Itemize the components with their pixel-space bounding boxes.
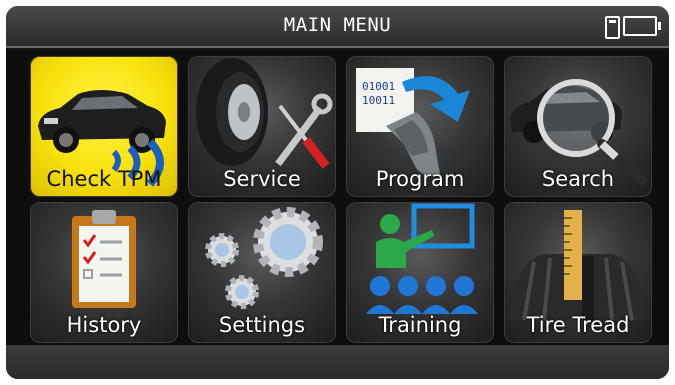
menu-tile-label: Search	[541, 167, 615, 191]
menu-tile-label: Service	[223, 167, 301, 191]
page-title: MAIN MENU	[283, 14, 392, 36]
device-screen: MAIN MENU Check TPM Service 01001 10011 …	[6, 6, 669, 379]
menu-grid: Check TPM Service 01001 10011 Program Se…	[6, 50, 669, 345]
svg-text:10011: 10011	[362, 94, 395, 107]
bottom-bar	[6, 345, 669, 379]
menu-tile-training[interactable]: Training	[346, 202, 494, 343]
menu-tile-program[interactable]: 01001 10011 Program	[346, 56, 494, 197]
menu-tile-settings[interactable]: Settings	[188, 202, 336, 343]
menu-tile-history[interactable]: History	[30, 202, 178, 343]
menu-tile-label: History	[66, 313, 142, 337]
status-area	[605, 15, 661, 39]
menu-tile-label: Settings	[218, 313, 306, 337]
menu-tile-tire-tread[interactable]: Tire Tread	[504, 202, 652, 343]
menu-tile-label: Program	[375, 167, 465, 191]
menu-tile-label: Check TPM	[46, 167, 162, 191]
menu-tile-label: Tire Tread	[526, 313, 630, 337]
svg-text:01001: 01001	[362, 80, 395, 93]
menu-tile-search[interactable]: Search	[504, 56, 652, 197]
title-bar: MAIN MENU	[6, 6, 669, 48]
menu-tile-check-tpm[interactable]: Check TPM	[30, 56, 178, 197]
menu-tile-label: Training	[378, 313, 462, 337]
battery-icon	[623, 16, 661, 36]
sd-card-icon	[605, 16, 620, 39]
menu-tile-service[interactable]: Service	[188, 56, 336, 197]
